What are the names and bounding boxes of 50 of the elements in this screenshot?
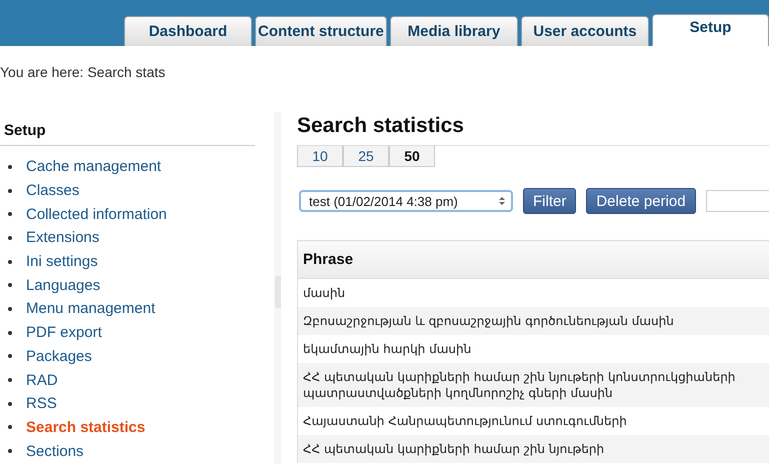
select-arrows-icon xyxy=(499,196,505,206)
sidebar-title: Setup xyxy=(0,100,255,146)
column-header: Phrase xyxy=(298,240,769,278)
input-field[interactable] xyxy=(706,190,769,212)
nav-tab[interactable]: Content structure xyxy=(255,16,387,46)
period-select[interactable]: test (01/02/2014 4:38 pm) xyxy=(299,190,513,212)
table-cell: Զբոսաշրջության և զբոսաշրջային գործունեության մասին xyxy=(298,307,769,335)
bullet-icon xyxy=(8,306,12,311)
nav-tab[interactable]: Media library xyxy=(390,16,518,46)
sidebar-link[interactable]: Classes xyxy=(26,182,80,200)
bullet-icon xyxy=(8,330,12,335)
scrollbar-thumb[interactable] xyxy=(275,276,281,308)
sidebar-link[interactable]: Sections xyxy=(26,442,84,460)
action-button[interactable]: Delete period xyxy=(586,188,696,214)
bullet-icon xyxy=(8,402,12,406)
table-cell: ՀՀ պետական կարիքների համար շին նյութերի xyxy=(298,435,769,463)
action-button[interactable]: Filter xyxy=(523,188,576,214)
bullet-icon xyxy=(8,236,12,240)
bullet-icon xyxy=(8,354,12,358)
sidebar-link[interactable]: Menu management xyxy=(26,300,156,318)
nav-tab[interactable]: User accounts xyxy=(520,16,649,46)
sidebar-link[interactable]: Ini settings xyxy=(26,253,98,270)
bullet-icon xyxy=(8,378,12,382)
bullet-icon xyxy=(8,449,12,454)
sidebar-link[interactable]: RAD xyxy=(26,372,58,389)
nav-tab[interactable]: Setup xyxy=(652,14,769,46)
nav-tab[interactable]: Dashboard xyxy=(124,16,252,46)
bullet-icon xyxy=(8,164,12,169)
page-size-button[interactable]: 10 xyxy=(297,146,343,167)
breadcrumb: You are here: Search stats xyxy=(0,63,166,82)
table-cell: եկամտային հարկի մասին xyxy=(298,335,769,363)
sidebar-link[interactable]: Cache management xyxy=(26,158,162,176)
page-size-button[interactable]: 25 xyxy=(343,146,389,167)
sidebar-link[interactable]: Search statistics xyxy=(26,418,146,436)
table-cell: ՀՀ պետական կարիքների համար շին նյութերի կոնստրուկցիաների պատրաստվածքների կողմնորոշիչ գների մասին xyxy=(298,363,769,407)
sidebar-link[interactable]: Collected information xyxy=(26,206,167,223)
bullet-icon xyxy=(8,260,12,264)
sidebar-link[interactable]: Extensions xyxy=(26,229,100,246)
sidebar-link[interactable]: RSS xyxy=(26,395,57,412)
bullet-icon xyxy=(8,212,12,216)
table-cell: Հայաստանի Հանրապետությունում ստուգումների xyxy=(298,407,769,435)
sidebar-link[interactable]: Packages xyxy=(26,348,92,365)
bullet-icon xyxy=(8,283,12,288)
bullet-icon xyxy=(8,188,12,193)
table-cell: մասին xyxy=(298,278,769,307)
page-size-button[interactable]: 50 xyxy=(389,146,435,167)
bullet-icon xyxy=(8,425,12,430)
page-heading: Search statistics xyxy=(297,114,465,138)
sidebar-link[interactable]: PDF export xyxy=(26,324,102,342)
sidebar-link[interactable]: Languages xyxy=(26,276,100,294)
